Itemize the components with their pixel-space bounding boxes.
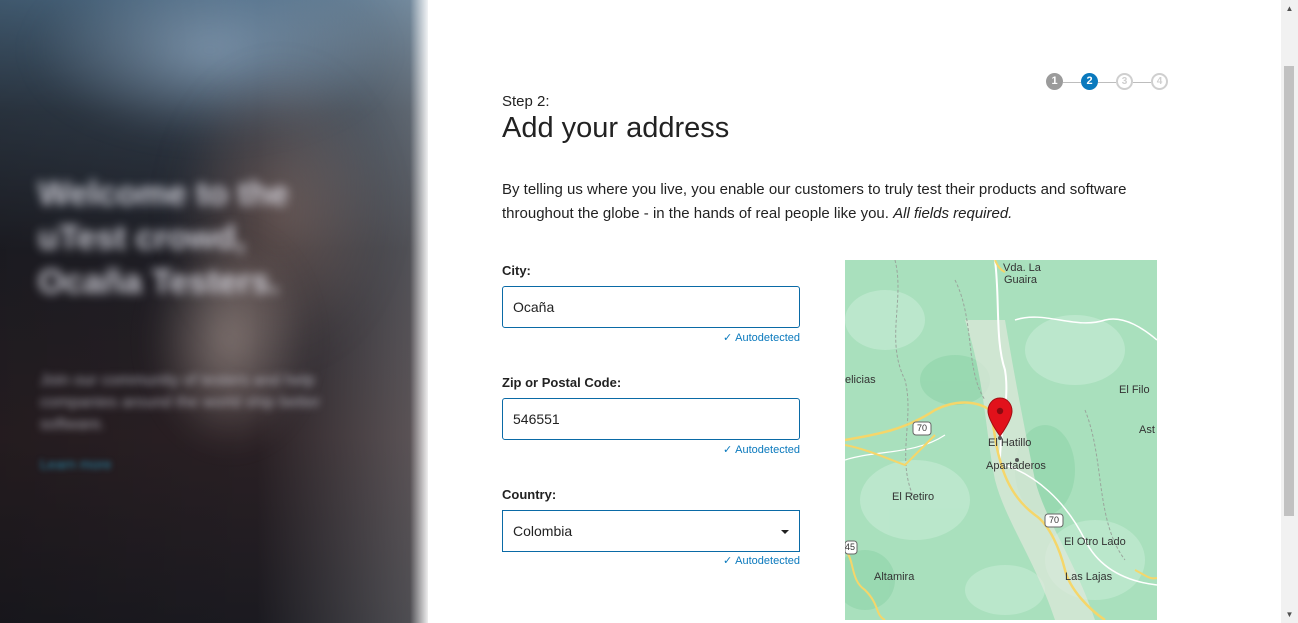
step-2-indicator: 2 [1081,73,1098,90]
hero-overlay [0,0,428,623]
map-label-el-otro-lado: El Otro Lado [1064,536,1126,548]
step-1-indicator: 1 [1046,73,1063,90]
map-label-elicias: elicias [845,374,876,386]
page-scrollbar[interactable]: ▲ ▼ [1281,0,1298,623]
hero-fade [410,0,428,623]
map-label-el-filo: El Filo [1119,384,1150,396]
city-input[interactable] [502,286,800,328]
hero-title: Welcome to the uTest crowd, Ocaña Tester… [38,175,289,301]
stepper-connector [1133,82,1151,83]
step-label: Step 2: [502,93,550,110]
checkmark-icon: ✓ [722,444,733,456]
zip-input[interactable] [502,398,800,440]
progress-stepper: 1 2 3 4 [1046,73,1176,93]
zip-status: Autodetected [735,444,800,456]
zip-autodetected: ✓ Autodetected [723,443,800,456]
hero-body: Join our community of testers and help c… [40,372,321,433]
country-selected-value: Colombia [513,523,573,539]
map-route-70: 70 [917,423,928,433]
stepper-connector [1098,82,1116,83]
map-label-guaira: Guaira [1004,274,1038,286]
intro-body: By telling us where you live, you enable… [502,181,1127,222]
checkmark-icon: ✓ [722,555,733,567]
city-label: City: [502,263,531,278]
page-title: Add your address [502,112,730,144]
hero-panel: Welcome to the uTest crowd, Ocaña Tester… [0,0,428,623]
intro-emphasis: All fields required. [893,205,1013,222]
zip-label: Zip or Postal Code: [502,375,622,390]
map-label-apartaderos: Apartaderos [986,460,1046,472]
map-label-vda: Vda. La [1003,262,1041,274]
step-3-indicator: 3 [1116,73,1133,90]
map-label-ast: Ast [1139,424,1155,436]
checkmark-icon: ✓ [722,332,733,344]
map-label-el-hatillo: El Hatillo [988,437,1032,449]
city-autodetected: ✓ Autodetected [723,331,800,344]
scroll-down-arrow-icon[interactable]: ▼ [1281,606,1298,623]
country-status: Autodetected [735,555,800,567]
map-label-el-retiro: El Retiro [892,491,935,503]
map-route-70: 70 [1049,515,1060,525]
hero-link[interactable]: Learn more [40,456,112,472]
country-autodetected: ✓ Autodetected [723,554,800,567]
map-label-las-lajas: Las Lajas [1065,571,1113,583]
map-route-45: 45 [845,542,856,552]
country-select[interactable]: Colombia [502,510,800,552]
country-label: Country: [502,487,557,502]
scrollbar-thumb[interactable] [1284,66,1294,516]
location-map[interactable]: Vda. La Guaira elicias El Filo El Hatill… [845,260,1157,620]
step-4-indicator: 4 [1151,73,1168,90]
scroll-up-arrow-icon[interactable]: ▲ [1281,0,1298,17]
intro-text: By telling us where you live, you enable… [502,178,1172,226]
stepper-connector [1063,82,1081,83]
caret-down-icon [781,530,789,534]
map-label-altamira: Altamira [874,571,915,583]
city-status: Autodetected [735,332,800,344]
